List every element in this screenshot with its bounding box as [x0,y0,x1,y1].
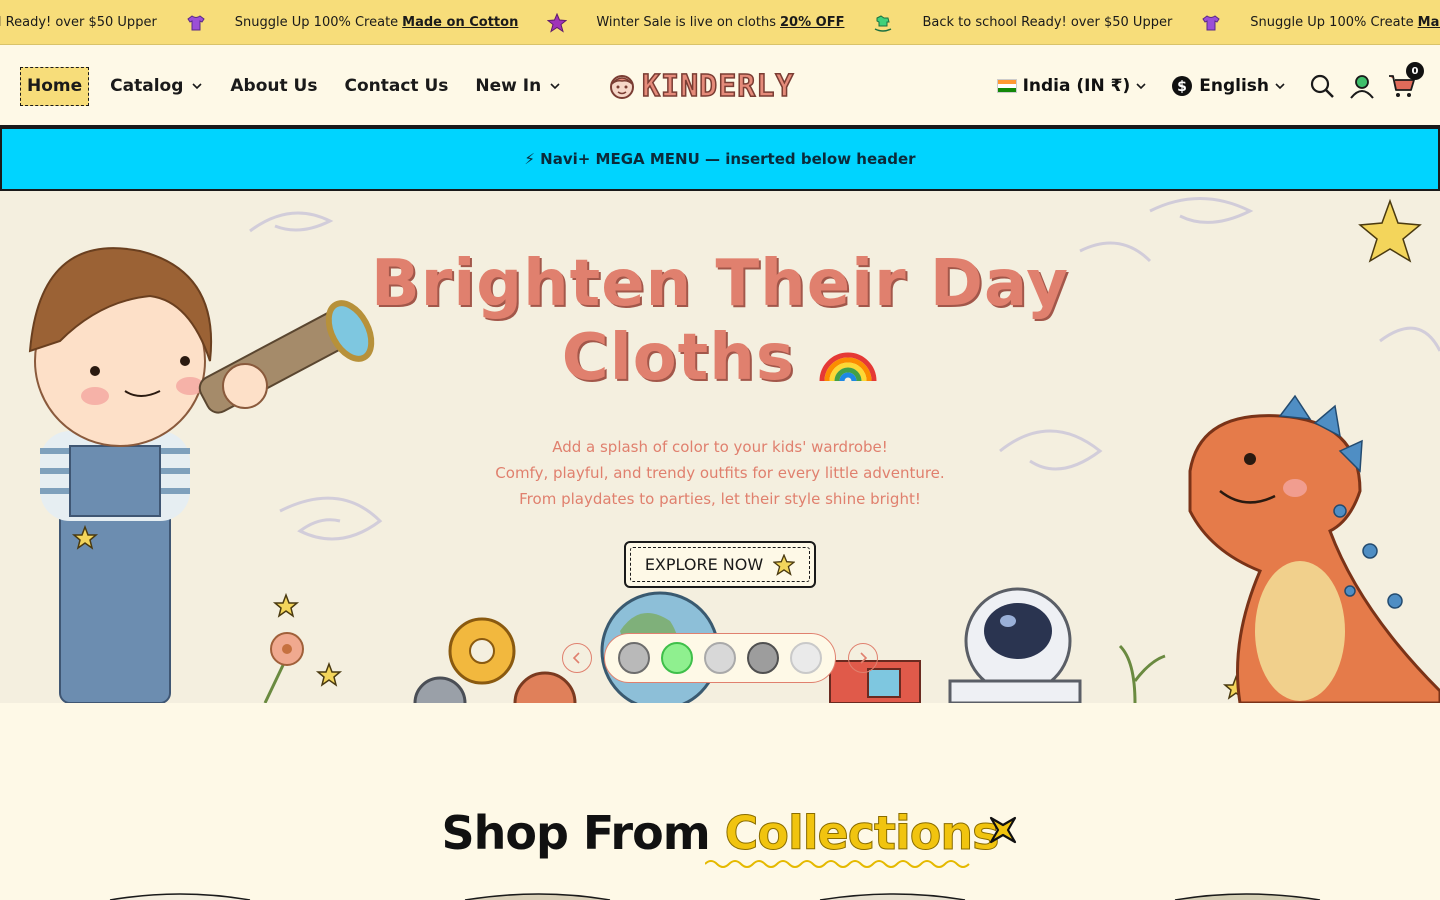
tshirt-icon [1200,12,1222,34]
svg-text:$: $ [1177,79,1187,95]
announcement-link[interactable]: Made on Cotton [402,15,518,30]
section-title-highlight: Collections [724,806,1000,861]
explore-now-label: EXPLORE NOW [644,555,764,574]
star-icon [546,12,568,34]
logo-text: KINDERLY [641,68,795,105]
carousel-dot[interactable] [704,642,736,674]
announcement-item: Back to school Ready! over $50 Upper [922,15,1172,30]
nav-item-label: Catalog [110,76,184,96]
explore-now-button[interactable]: EXPLORE NOW [624,541,816,588]
chevron-down-icon [1275,83,1285,90]
nav-item-contact[interactable]: Contact Us [344,66,448,106]
chevron-down-icon [192,83,202,90]
announcement-track: ool Ready! over $50 Upper Snuggle Up 100… [0,0,1440,44]
carousel-next-button[interactable] [848,643,878,673]
kid-face-icon [610,75,634,99]
nav-item-about[interactable]: About Us [230,66,317,106]
announcement-link[interactable]: 20% OFF [780,15,844,30]
account-button[interactable] [1348,72,1376,100]
currency-icon: $ [1172,76,1193,96]
announcement-text: Winter Sale is live on cloths [596,15,776,30]
carousel-dot-active[interactable] [661,642,693,674]
cart-count-badge: 0 [1406,62,1424,80]
carousel-dot[interactable] [747,642,779,674]
header-tools: India (IN ₹) $ English 0 [996,62,1424,106]
carousel-prev-button[interactable] [562,643,592,673]
section-title: Shop From Collections [0,806,1440,861]
nav-item-catalog[interactable]: Catalog [110,66,203,106]
hero-title-line2: Cloths [0,321,1440,395]
sparkle-icon [989,816,1017,844]
cart-button[interactable]: 0 [1388,62,1424,100]
announcement-bar: ool Ready! over $50 Upper Snuggle Up 100… [0,0,1440,45]
language-selector[interactable]: $ English [1171,75,1286,97]
carousel-dots [604,633,836,683]
carousel-dot[interactable] [618,642,650,674]
rainbow-icon [818,325,878,385]
nav-item-new-in[interactable]: New In [475,66,561,106]
nav-item-label: New In [475,76,542,96]
announcement-text: Snuggle Up 100% Create [1250,15,1414,30]
hero-title-word: Cloths [561,321,795,395]
announcement-link[interactable]: Made on Cotton [1418,15,1440,30]
hero-subtitle: Add a splash of color to your kids' ward… [0,434,1440,512]
mega-menu-banner: ⚡ Navi+ MEGA MENU — inserted below heade… [0,127,1440,191]
hero-title: Brighten Their Day Cloths [0,247,1440,395]
chevron-down-icon [1136,83,1146,90]
hero-subtitle-line: Add a splash of color to your kids' ward… [552,438,888,456]
user-icon [1350,75,1374,99]
announcement-item: Winter Sale is live on cloths 20% OFF [596,15,844,30]
announcement-item: ool Ready! over $50 Upper [0,15,157,30]
hero-subtitle-line: Comfy, playful, and trendy outfits for e… [495,464,945,482]
hero-banner: Brighten Their Day Cloths Add a splash o… [0,191,1440,703]
announcement-text: Back to school Ready! over $50 Upper [922,15,1173,30]
chevron-left-icon [572,652,580,664]
chevron-down-icon [550,83,560,90]
search-icon [1310,74,1334,98]
tshirt-icon [185,12,207,34]
chevron-right-icon [860,652,868,664]
site-logo[interactable]: KINDERLY [608,68,795,105]
language-label: English [1199,76,1269,96]
search-button[interactable] [1308,72,1336,100]
announcement-text: Snuggle Up 100% Create [234,15,399,30]
carousel-dot[interactable] [790,642,822,674]
announcement-text: ool Ready! over $50 Upper [0,15,157,30]
rocking-horse-icon [872,12,894,34]
country-selector[interactable]: India (IN ₹) [996,76,1148,96]
collection-cards-preview [109,893,1321,900]
hero-title-line1: Brighten Their Day [371,247,1069,321]
announcement-item: Snuggle Up 100% Create Made on Cotton [235,15,519,30]
section-title-plain: Shop From [441,806,711,860]
hero-subtitle-line: From playdates to parties, let their sty… [519,490,921,508]
squiggle-underline [705,860,970,868]
main-nav: Home Catalog About Us Contact Us New In [20,66,588,106]
star-icon [773,553,796,576]
nav-item-home[interactable]: Home [20,66,90,106]
india-flag-icon [996,79,1017,93]
announcement-item: Snuggle Up 100% Create Made on Cotton [1250,15,1440,30]
site-header: Home Catalog About Us Contact Us New In … [0,45,1440,127]
country-label: India (IN ₹) [1022,76,1131,96]
